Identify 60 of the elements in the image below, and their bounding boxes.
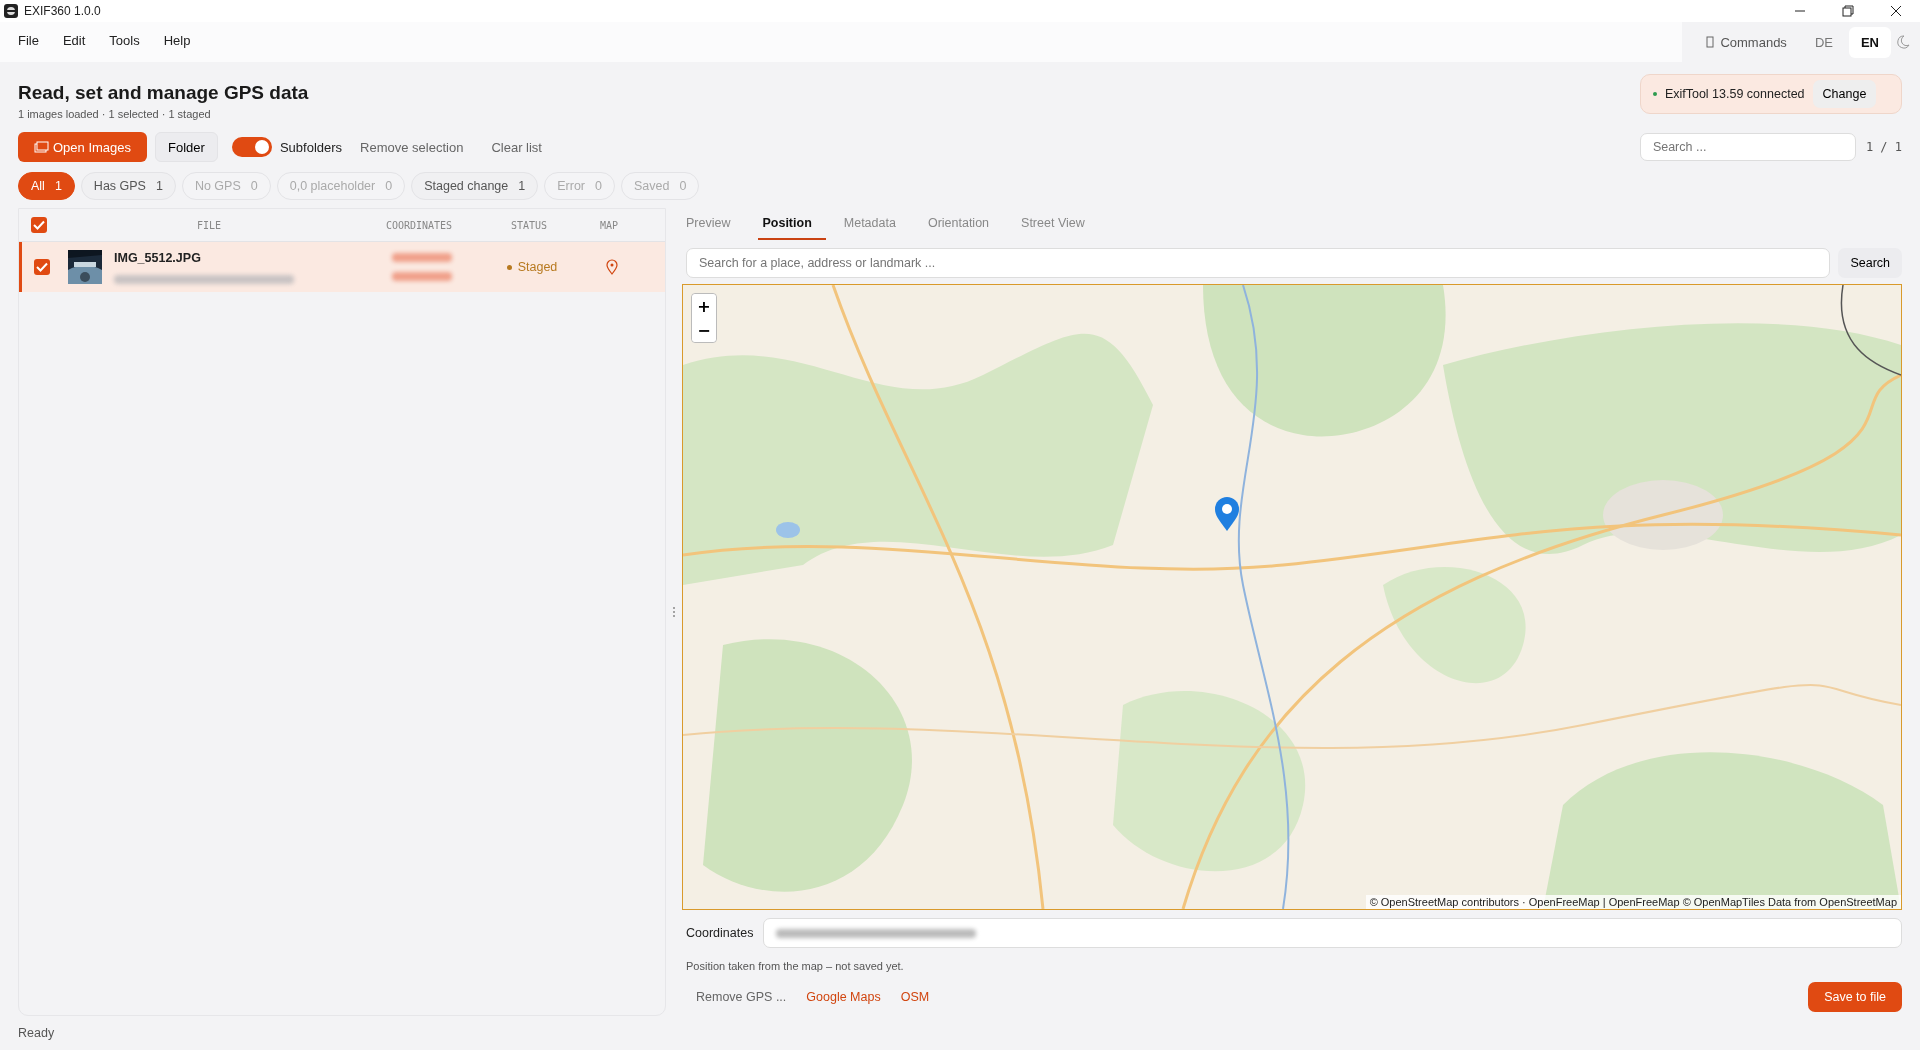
command-icon [1706, 36, 1715, 48]
location-pin-icon[interactable] [606, 259, 618, 275]
close-icon[interactable] [1890, 5, 1902, 17]
tab[interactable]: Preview [682, 208, 745, 240]
subfolders-label: Subfolders [279, 139, 343, 155]
map-marker-icon [1214, 497, 1240, 531]
window-title: EXIF360 1.0.0 [24, 4, 101, 18]
status-note: Position taken from the map – not saved yet. [686, 960, 905, 972]
change-button[interactable]: Change [1812, 80, 1877, 108]
filter-chip[interactable]: All 1 [18, 172, 75, 200]
search-field[interactable]: Search ... [1639, 133, 1856, 161]
splitter-handle-icon[interactable] [672, 606, 676, 618]
language-tab[interactable]: DE [1802, 26, 1845, 58]
menu-item[interactable]: Edit [50, 32, 98, 48]
column-header: FILE [195, 219, 223, 231]
status-dot [506, 264, 512, 270]
remove-selection-button[interactable]: Remove selection [350, 139, 474, 155]
column-header: MAP [598, 219, 620, 231]
map-attribution: © OpenStreetMap contributors · OpenFreeMap | OpenFreeMap © OpenMapTiles Data from OpenStreetMap [1365, 895, 1901, 909]
redacted-coordinate [392, 253, 452, 262]
tab[interactable]: Orientation [923, 208, 1004, 240]
folder-button[interactable]: Folder [155, 132, 218, 162]
file-name: IMG_5512.JPG [114, 250, 202, 265]
exiftool-status-text: ExifTool 13.59 connected [1664, 87, 1805, 101]
tab[interactable]: Metadata [839, 208, 910, 240]
tab[interactable]: Position [758, 208, 826, 240]
open-images-button[interactable]: Open Images [18, 132, 148, 162]
page-counter: 1 / 1 [1865, 140, 1902, 154]
coordinates-field[interactable] [763, 918, 1902, 948]
coordinates-label: Coordinates [686, 926, 754, 940]
menu-item[interactable]: Tools [97, 32, 152, 48]
link[interactable]: OSM [890, 986, 940, 1008]
language-tab[interactable]: EN [1848, 26, 1891, 58]
filter-chip[interactable]: Has GPS 1 [80, 172, 176, 200]
menu-item[interactable]: File [6, 32, 51, 48]
remove-gps-button[interactable]: Remove GPS ... [686, 986, 797, 1008]
file-row[interactable]: IMG_5512.JPG Staged [19, 242, 665, 292]
save-button[interactable]: Save to file [1808, 982, 1902, 1012]
status-summary: 1 images loaded · 1 selected · 1 staged [18, 108, 212, 120]
checkbox[interactable] [34, 259, 50, 275]
column-header: COORDINATES [384, 219, 454, 231]
menu-item[interactable]: Help [151, 32, 203, 48]
tab[interactable]: Street View [1017, 208, 1099, 240]
page-title: Read, set and manage GPS data [18, 82, 310, 104]
clear-list-button[interactable]: Clear list [481, 139, 552, 155]
restore-icon[interactable] [1842, 5, 1854, 17]
app-logo-icon [4, 4, 18, 18]
link[interactable]: Google Maps [796, 986, 891, 1008]
redacted-coordinate [392, 272, 452, 281]
subfolders-toggle[interactable] [231, 137, 272, 157]
checkbox[interactable] [31, 217, 47, 233]
moon-icon[interactable] [1895, 34, 1910, 50]
images-icon [34, 141, 49, 153]
status-bar-text: Ready [18, 1026, 55, 1040]
search-button[interactable]: Search [1838, 248, 1902, 278]
commands-button[interactable]: Commands [1694, 28, 1799, 56]
column-header: STATUS [509, 219, 549, 231]
place-search-field[interactable]: Search for a place, address or landmark ... [686, 248, 1831, 278]
filter-chip[interactable]: Staged change 1 [411, 172, 539, 200]
status-label: Staged [517, 260, 558, 274]
